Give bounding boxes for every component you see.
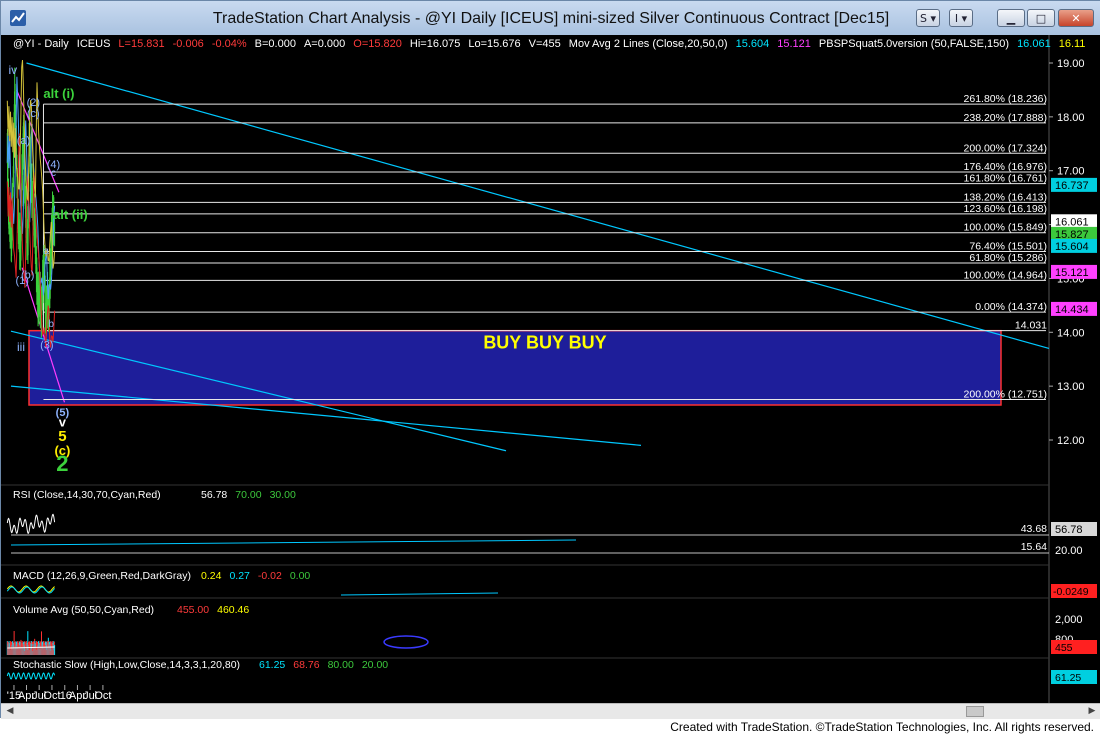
fib-level-label-0: 261.80% (18.236) (964, 93, 1047, 105)
wave-label-8: (3) (40, 339, 53, 351)
header-item-0: @YI - Daily (13, 38, 69, 50)
header-item-8: Hi=16.075 (410, 38, 460, 50)
macd-badge: -0.0249 (1053, 586, 1089, 598)
price-badge-1: 16.061 (1055, 216, 1089, 228)
header-item-4: -0.04% (212, 38, 247, 50)
header-item-11: Mov Avg 2 Lines (Close,20,50,0) (569, 38, 728, 50)
price-badge-4: 15.121 (1055, 267, 1089, 279)
header-item-9: Lo=15.676 (468, 38, 520, 50)
wave-label-13: alt (ii) (53, 207, 88, 222)
wave-label-6: a (43, 246, 49, 257)
stochastic-value-3: 20.00 (362, 659, 388, 671)
wave-label-5: (b) (21, 269, 34, 281)
time-scrollbar[interactable]: ◀ ▶ (1, 703, 1100, 719)
y-tick-label-5: 14.00 (1057, 327, 1085, 339)
header-item-16: 16.11 (1059, 38, 1086, 50)
maximize-icon: □ (1035, 12, 1047, 25)
header-item-13: 15.121 (777, 38, 811, 50)
fib-level-label-11: 0.00% (14.374) (975, 301, 1047, 313)
scroll-left-arrow-icon[interactable]: ◀ (3, 705, 17, 718)
volume-axis-0: 2,000 (1055, 614, 1083, 626)
header-item-10: V=455 (529, 38, 561, 50)
wave-label-11: iii (17, 340, 25, 354)
header-item-14: PBSPSquat5.0version (50,FALSE,150) (819, 38, 1009, 50)
scroll-thumb[interactable] (966, 706, 984, 717)
wave-label-12: alt (i) (43, 86, 74, 101)
macd-label: MACD (12,26,9,Green,Red,DarkGray) (13, 570, 191, 582)
fib-level-label-13: 200.00% (12.751) (964, 389, 1047, 401)
wave-label-3: (a) (17, 135, 30, 147)
fib-level-label-3: 176.40% (16.976) (964, 161, 1047, 173)
rsi-value-2: 30.00 (270, 489, 296, 501)
macd-value-2: -0.02 (258, 570, 282, 582)
header-item-3: -0.006 (173, 38, 204, 50)
fib-level-label-8: 76.40% (15.501) (969, 240, 1047, 252)
price-badge-3: 15.604 (1055, 241, 1089, 253)
fib-level-label-1: 238.20% (17.888) (964, 112, 1047, 124)
y-tick-label-2: 17.00 (1057, 166, 1085, 178)
volume-value-0: 455.00 (177, 604, 209, 616)
indicator-menu-button[interactable]: I ▾ (949, 9, 973, 27)
x-tick-label-7: Oct (94, 690, 111, 702)
wave-label-10: c (51, 168, 56, 179)
price-chart[interactable]: @YI - Daily ICEUS L=15.831 -0.006 -0.04% B=0.… (1, 35, 1100, 703)
stochastic-value-1: 68.76 (293, 659, 319, 671)
wave-label-7: b (48, 319, 54, 330)
rsi-level-label-1: 15.64 (1021, 541, 1047, 553)
copyright-footer: Created with TradeStation. ©TradeStation… (670, 720, 1094, 734)
buy-zone-label: BUY BUY BUY (483, 332, 606, 352)
maximize-button[interactable]: □ (1027, 9, 1055, 27)
y-tick-label-6: 13.00 (1057, 381, 1085, 393)
chart-window: TradeStation Chart Analysis - @YI Daily … (0, 0, 1100, 719)
minimize-button[interactable]: ▁ (997, 9, 1025, 27)
header-item-6: A=0.000 (304, 38, 345, 50)
fib-level-label-9: 61.80% (15.286) (969, 252, 1047, 264)
stochastic-value-0: 61.25 (259, 659, 285, 671)
close-icon: ✕ (1071, 12, 1081, 25)
style-menu-button[interactable]: S ▾ (916, 9, 940, 27)
wave-label-18: 2 (56, 451, 68, 476)
y-tick-label-0: 19.00 (1057, 58, 1085, 70)
scroll-right-arrow-icon[interactable]: ▶ (1085, 705, 1099, 718)
volume-badge: 455 (1055, 642, 1073, 654)
rsi-label: RSI (Close,14,30,70,Cyan,Red) (13, 489, 161, 501)
close-button[interactable]: ✕ (1058, 9, 1094, 27)
volume-label: Volume Avg (50,50,Cyan,Red) (13, 604, 154, 616)
header-item-1: ICEUS (77, 38, 111, 50)
fib-level-label-6: 123.60% (16.198) (964, 203, 1047, 215)
y-tick-label-1: 18.00 (1057, 112, 1085, 124)
macd-value-1: 0.27 (229, 570, 250, 582)
style-menu-label: S (919, 12, 927, 25)
header-item-7: O=15.820 (353, 38, 402, 50)
stochastic-value-2: 80.00 (328, 659, 354, 671)
price-badge-5: 14.434 (1055, 304, 1089, 316)
fib-level-label-4: 161.80% (16.761) (964, 173, 1047, 185)
volume-value-1: 460.46 (217, 604, 249, 616)
rsi-value-1: 70.00 (235, 489, 261, 501)
y-tick-label-7: 12.00 (1057, 435, 1085, 447)
rsi-badge: 56.78 (1055, 524, 1083, 536)
fib-level-label-7: 100.00% (15.849) (964, 222, 1047, 234)
fib-level-label-10: 100.00% (14.964) (964, 269, 1047, 281)
fib-level-label-5: 138.20% (16.413) (964, 191, 1047, 203)
header-item-2: L=15.831 (118, 38, 164, 50)
fib-level-label-2: 200.00% (17.324) (964, 142, 1047, 154)
rsi-axis-label: 20.00 (1055, 545, 1083, 557)
header-item-15: 16.061 (1017, 38, 1051, 50)
wave-label-0: iv (9, 63, 18, 77)
header-item-12: 15.604 (736, 38, 770, 50)
rsi-level-label-0: 43.68 (1021, 523, 1047, 535)
rsi-value-0: 56.78 (201, 489, 227, 501)
macd-value-3: 0.00 (290, 570, 311, 582)
minimize-icon: ▁ (1006, 12, 1016, 25)
header-item-5: B=0.000 (255, 38, 296, 50)
macd-value-0: 0.24 (201, 570, 222, 582)
price-badge-0: 16.737 (1055, 180, 1089, 192)
stochastic-label: Stochastic Slow (High,Low,Close,14,3,3,1… (13, 659, 240, 671)
stochastic-badge: 61.25 (1055, 672, 1081, 684)
title-bar[interactable]: TradeStation Chart Analysis - @YI Daily … (1, 1, 1100, 35)
indicator-menu-label: I (954, 12, 959, 25)
fib-level-label-12: 14.031 (1015, 320, 1047, 332)
wave-label-2: (c) (27, 108, 40, 120)
